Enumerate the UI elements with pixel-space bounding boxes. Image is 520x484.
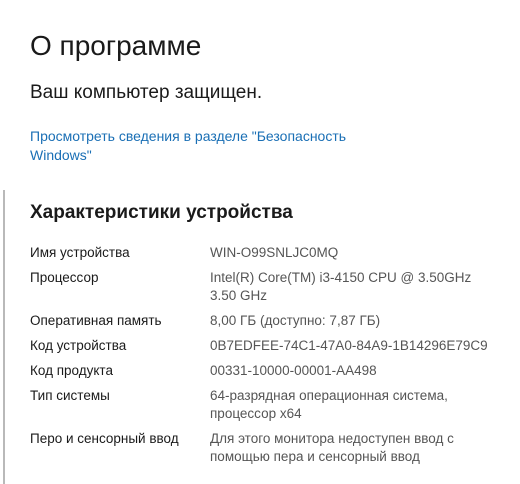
spec-row-pen-touch: Перо и сенсорный ввод Для этого монитора… — [30, 430, 510, 466]
spec-row-system-type: Тип системы 64-разрядная операционная си… — [30, 387, 510, 423]
spec-label: Имя устройства — [30, 245, 130, 260]
spec-label: Перо и сенсорный ввод — [30, 431, 179, 446]
device-specs-table: Имя устройства WIN-O99SNLJC0MQ Процессор… — [30, 244, 510, 466]
security-details-link[interactable]: Просмотреть сведения в разделе "Безопасн… — [30, 127, 370, 165]
page-title: О программе — [30, 30, 202, 61]
spec-row-device-id: Код устройства 0B7EDFEE-74C1-47A0-84A9-1… — [30, 337, 510, 355]
spec-label: Код устройства — [30, 338, 127, 353]
spec-value: Для этого монитора недоступен ввод с пом… — [210, 431, 454, 464]
scrollbar-edge — [3, 190, 5, 484]
spec-value: 64-разрядная операционная система, проце… — [210, 388, 448, 421]
spec-value: 00331-10000-00001-AA498 — [210, 363, 377, 378]
spec-label: Код продукта — [30, 363, 113, 378]
protection-status: Ваш компьютер защищен. — [30, 82, 263, 103]
spec-value: Intel(R) Core(TM) i3-4150 CPU @ 3.50GHz … — [210, 270, 472, 303]
spec-label: Оперативная память — [30, 313, 162, 328]
spec-row-product-id: Код продукта 00331-10000-00001-AA498 — [30, 362, 510, 380]
spec-row-processor: Процессор Intel(R) Core(TM) i3-4150 CPU … — [30, 269, 510, 305]
spec-value: WIN-O99SNLJC0MQ — [210, 245, 339, 260]
spec-label: Процессор — [30, 270, 99, 285]
device-specs-title: Характеристики устройства — [30, 202, 293, 223]
spec-row-ram: Оперативная память 8,00 ГБ (доступно: 7,… — [30, 312, 510, 330]
spec-row-device-name: Имя устройства WIN-O99SNLJC0MQ — [30, 244, 510, 262]
spec-value: 8,00 ГБ (доступно: 7,87 ГБ) — [210, 313, 381, 328]
spec-value: 0B7EDFEE-74C1-47A0-84A9-1B14296E79C9 — [210, 338, 488, 353]
spec-label: Тип системы — [30, 388, 110, 403]
